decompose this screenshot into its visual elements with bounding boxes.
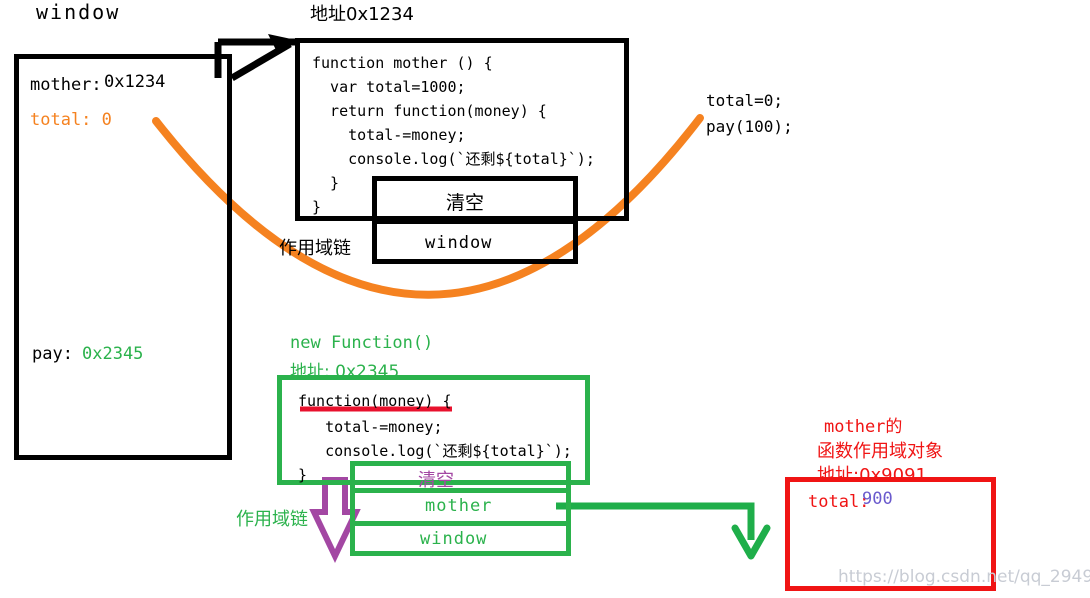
window-scope-title: window [36,0,121,24]
pay-scope-item-0: 清空 [418,470,454,491]
pay-scope-item-2: window [420,529,488,549]
window-entry-pay-key: pay: [32,344,73,364]
mother-code-line-2: return function(money) { [312,102,547,120]
window-entry-total: total: 0 [30,110,112,130]
mother-scope-item-1: window [425,233,493,253]
window-entry-pay-value: 0x2345 [82,344,144,364]
mother-code-line-4: console.log(`还剩${total}`); [312,150,595,168]
mother-code-line-3: total-=money; [312,126,466,144]
mother-code-line-5: } [312,174,340,192]
mother-code-line-1: var total=1000; [312,78,466,96]
global-call-line-1: pay(100); [706,117,793,136]
global-call-line-0: total=0; [706,91,784,110]
mother-scope-caption-1: 函数作用域对象 [817,441,943,462]
pay-scope-divider-2 [350,521,571,526]
green-link-arrow [556,502,771,560]
pay-scope-chain-label: 作用域链 [236,509,308,530]
window-entry-mother-value: 0x1234 [104,72,166,92]
mother-scope-item-0: 清空 [446,192,485,214]
mother-scope-chain-divider [372,219,578,224]
pay-code-line-0: function(money) { [298,392,452,410]
pay-scope-item-1: mother [425,496,493,516]
mother-address-label: 地址0x1234 [310,4,414,25]
pay-code-line-2: console.log(`还剩${total}`); [298,442,572,460]
mother-scope-total-value: 900 [862,489,893,509]
mother-scope-caption-0: mother的 [824,417,903,437]
watermark: https://blog.csdn.net/qq_29493173 [838,567,1090,587]
mother-code-line-6: } [312,198,322,216]
pay-code-line-1: total-=money; [298,418,443,436]
mother-scope-total-key: total: [808,492,870,512]
pay-code-line-3: } [298,466,308,484]
window-entry-mother-key: mother: [30,75,102,95]
mother-code-line-0: function mother () { [312,54,493,72]
mother-scope-chain-label: 作用域链 [279,238,351,259]
new-function-label: new Function() [290,333,434,353]
pay-scope-divider-1 [350,488,571,493]
